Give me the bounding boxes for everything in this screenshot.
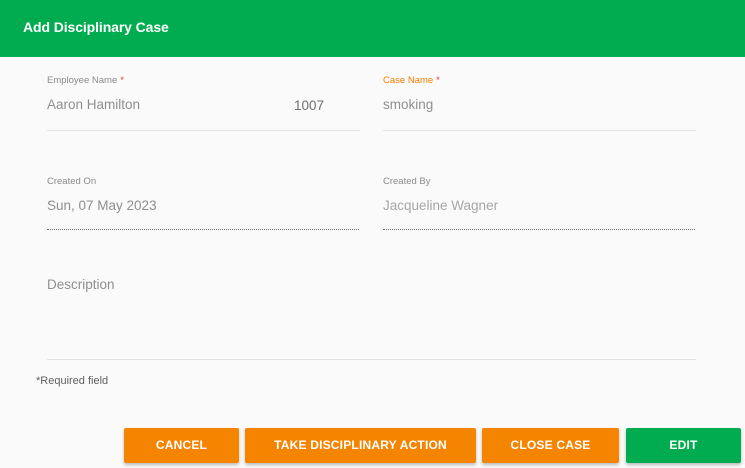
created-by-label: Created By — [383, 176, 431, 187]
required-marker: * — [120, 75, 124, 86]
close-case-button[interactable]: CLOSE CASE — [482, 428, 619, 463]
required-field-note: *Required field — [36, 375, 109, 387]
employee-name-field[interactable]: Employee Name * Aaron Hamilton 1007 — [47, 73, 360, 131]
case-name-field[interactable]: Case Name * smoking — [383, 73, 696, 131]
created-on-label: Created On — [47, 176, 97, 187]
case-name-underline — [383, 130, 696, 131]
take-disciplinary-action-button[interactable]: TAKE DISCIPLINARY ACTION — [245, 428, 476, 463]
add-disciplinary-case-dialog: Add Disciplinary Case Employee Name * Aar… — [0, 0, 745, 468]
employee-name-underline — [47, 130, 360, 131]
edit-button[interactable]: EDIT — [626, 428, 741, 463]
description-placeholder: Description — [47, 277, 115, 292]
created-on-field: Created On Sun, 07 May 2023 — [47, 174, 359, 232]
dialog-title: Add Disciplinary Case — [23, 19, 169, 35]
created-on-value: Sun, 07 May 2023 — [47, 198, 157, 213]
description-field[interactable]: Description — [47, 270, 696, 361]
employee-id-value: 1007 — [294, 98, 325, 113]
created-by-field: Created By Jacqueline Wagner — [383, 174, 695, 232]
created-by-underline — [383, 229, 695, 230]
cancel-button[interactable]: CANCEL — [124, 428, 239, 463]
created-by-value: Jacqueline Wagner — [383, 198, 499, 213]
dialog-header: Add Disciplinary Case — [0, 0, 745, 57]
created-on-underline — [47, 229, 359, 230]
employee-name-value: Aaron Hamilton — [47, 97, 141, 112]
employee-name-label: Employee Name * — [47, 75, 124, 86]
case-name-value: smoking — [383, 97, 434, 112]
case-name-label: Case Name * — [383, 75, 440, 86]
description-underline — [47, 359, 696, 360]
required-marker: * — [436, 75, 440, 86]
